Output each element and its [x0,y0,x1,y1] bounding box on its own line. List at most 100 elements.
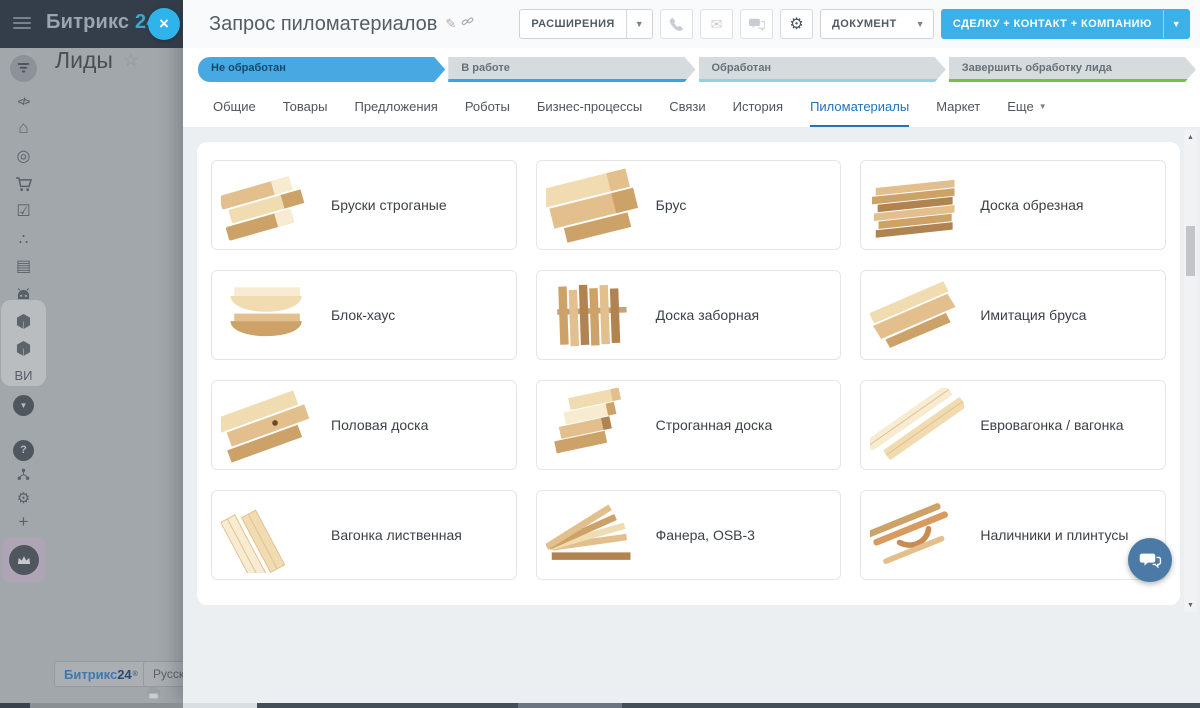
pipeline-stage-label: Не обработан [211,57,286,80]
sidebar-item-target[interactable]: ◎ [0,142,47,170]
product-card[interactable]: Наличники и плинтусы [860,490,1166,580]
chevron-down-icon[interactable]: ▼ [627,19,652,29]
chevron-down-icon[interactable]: ▼ [1164,19,1189,29]
pipeline-stage-label: В работе [461,57,510,80]
sidebar-item-plus[interactable]: + [0,508,47,536]
company-icon: ⌂ [18,118,28,138]
screen-bottom-edge [0,703,1200,708]
tab-5[interactable]: Бизнес-процессы [537,88,642,127]
wood-timber-image [542,167,644,243]
network-icon: ∴ [19,230,29,248]
tab-2[interactable]: Товары [283,88,328,127]
help-icon: ? [13,440,34,461]
tab-7[interactable]: История [733,88,783,127]
plus-icon: + [19,512,29,532]
sidebar-item-network[interactable]: ∴ [0,225,47,253]
document-button[interactable]: ДОКУМЕНТ ▼ [820,9,934,39]
wood-planed-image [542,387,644,463]
sidebar-item-filter[interactable] [0,54,47,82]
wood-fence-image [542,277,644,353]
product-card[interactable]: Блок-хаус [211,270,517,360]
tab-6[interactable]: Связи [669,88,705,127]
extensions-button[interactable]: РАСШИРЕНИЯ ▼ [519,9,653,39]
pencil-icon[interactable]: ✎ [445,16,456,32]
product-card[interactable]: Доска обрезная [860,160,1166,250]
product-grid: Бруски строганые Брус Доска обрезная Блок-х… [197,142,1180,598]
mail-icon[interactable]: ✉ [700,9,733,39]
product-card[interactable]: Фанера, OSB-3 [536,490,842,580]
sidebar-item-cube[interactable] [0,334,47,362]
product-label: Вагонка лиственная [331,527,462,543]
tab-1[interactable]: Общие [213,88,256,127]
link-icon[interactable] [461,15,474,33]
sidebar-item-vi-badge[interactable]: ВИ [0,361,47,389]
wood-lining-light-image [217,497,319,573]
product-card[interactable]: Строганная доска [536,380,842,470]
sidebar-item-company[interactable]: ⌂ [0,114,47,142]
code-icon: </> [18,92,29,109]
bitrix24-badge[interactable]: Битрикс24® [54,661,148,687]
tab-10[interactable]: Еще▼ [1007,88,1046,127]
create-deal-contact-company-button[interactable]: СДЕЛКУ + КОНТАКТ + КОМПАНИЮ ▼ [941,9,1190,39]
scroll-down-icon[interactable]: ▼ [1184,598,1197,612]
toolbar: РАСШИРЕНИЯ ▼ ✉ ⚙ ДОКУМЕНТ ▼ СДЕЛКУ + КОН… [519,9,1190,39]
sidebar-item-crown[interactable] [0,538,47,582]
close-icon[interactable]: × [148,8,180,40]
pipeline-stage-2[interactable]: В работе [448,57,695,82]
product-card[interactable]: Доска заборная [536,270,842,360]
product-card[interactable]: Евровагонка / вагонка [860,380,1166,470]
pipeline-stage-1[interactable]: Не обработан [198,57,445,82]
chat-icon[interactable] [740,9,773,39]
wood-lining-image [866,387,968,463]
pipeline-stage-4[interactable]: Завершить обработку лида [949,57,1196,82]
tab-label: Роботы [465,99,510,114]
cube-icon [16,340,31,357]
scroll-up-icon[interactable]: ▲ [1184,130,1197,144]
chat-bubbles-icon [1139,551,1162,570]
star-icon[interactable]: ☆ [123,50,139,71]
sidebar-item-cart[interactable] [0,170,47,198]
wood-bars-image [217,167,319,243]
tab-4[interactable]: Роботы [465,88,510,127]
sidebar-item-tasks[interactable]: ☑ [0,197,47,225]
wood-floor-image [217,387,319,463]
sidebar-item-code[interactable]: </> [0,86,47,114]
robot-icon [15,288,32,301]
scrollbar-thumb[interactable] [1186,226,1195,276]
cart-icon [15,177,32,192]
chat-fab-button[interactable] [1128,538,1172,582]
chevron-down-circle-icon: ▼ [13,395,34,416]
product-card[interactable]: Брус [536,160,842,250]
product-label: Доска обрезная [980,197,1083,213]
pipeline-stage-underline [448,79,695,82]
product-label: Брус [656,197,687,213]
sidebar-item-cube[interactable] [0,307,47,335]
sidebar-item-contact-card[interactable]: ▤ [0,252,47,280]
phone-icon[interactable] [660,9,693,39]
wood-trim-image [866,497,968,573]
sidebar-item-robot[interactable] [0,280,47,308]
wood-blockhouse-image [217,277,319,353]
pipeline-stage-3[interactable]: Обработан [699,57,946,82]
printer-icon[interactable] [146,686,161,704]
product-card[interactable]: Бруски строганые [211,160,517,250]
sidebar-item-chevron-down-circle[interactable]: ▼ [0,391,47,419]
scrollbar[interactable]: ▲ ▼ [1184,130,1197,612]
crown-icon [2,538,46,582]
product-card[interactable]: Половая доска [211,380,517,470]
hierarchy-icon [17,468,30,481]
tab-label: Маркет [936,99,980,114]
tab-9[interactable]: Маркет [936,88,980,127]
product-label: Фанера, OSB-3 [656,527,755,543]
tab-8[interactable]: Пиломатериалы [810,88,909,127]
product-card[interactable]: Имитация бруса [860,270,1166,360]
gear-icon[interactable]: ⚙ [780,9,813,39]
gear-icon: ⚙ [17,489,30,507]
lead-title: Запрос пиломатериалов [209,13,437,36]
tab-label: Бизнес-процессы [537,99,642,114]
product-label: Доска заборная [656,307,759,323]
tab-3[interactable]: Предложения [354,88,437,127]
product-card[interactable]: Вагонка лиственная [211,490,517,580]
pipeline-stage-underline [949,79,1196,82]
lead-status-pipeline: Не обработан В работе ОбработанЗавершить о… [198,57,1196,82]
